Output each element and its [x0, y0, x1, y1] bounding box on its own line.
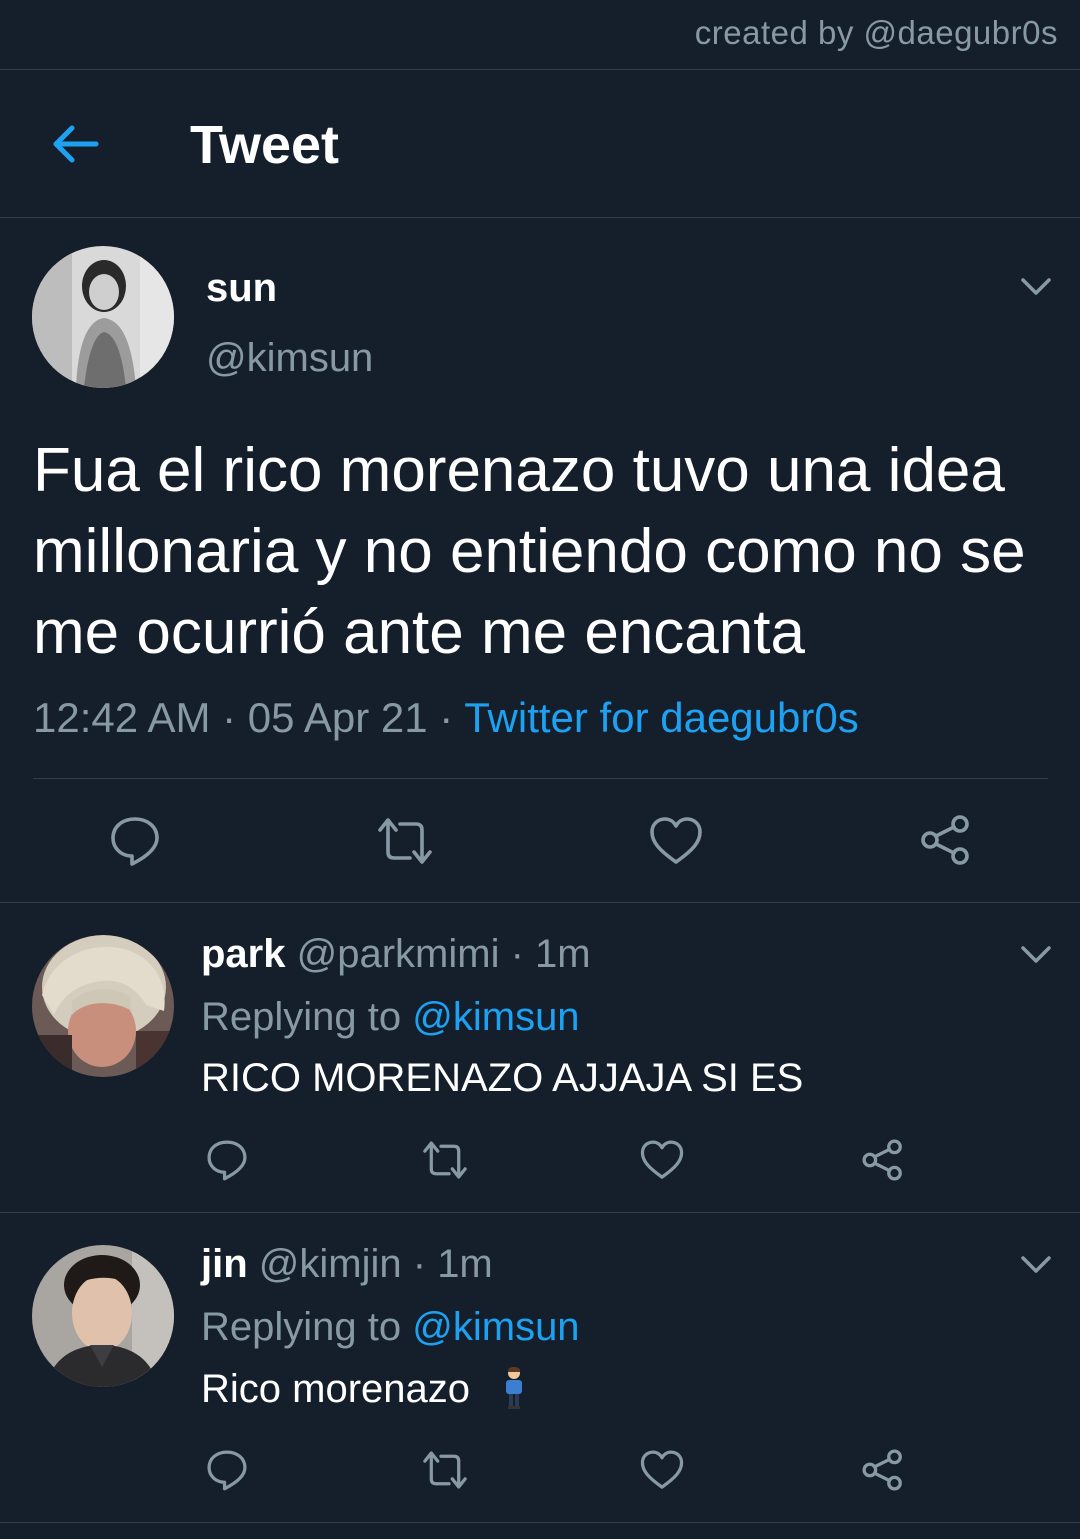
app-header: Tweet	[0, 70, 1080, 218]
reply-author-handle[interactable]: @parkmimi	[297, 932, 500, 976]
like-icon[interactable]	[649, 814, 703, 868]
tweet-date: 05 Apr 21	[247, 694, 428, 741]
chevron-down-icon[interactable]	[1019, 1254, 1053, 1276]
bottom-divider	[0, 1522, 1080, 1523]
meta-divider	[33, 778, 1048, 779]
reply-author-name[interactable]: park	[201, 932, 286, 976]
replying-to-mention[interactable]: @kimsun	[412, 995, 579, 1039]
reply-header: jin @kimjin · 1m	[201, 1242, 493, 1286]
reply-author-handle[interactable]: @kimjin	[259, 1242, 402, 1286]
main-author-name[interactable]: sun	[206, 266, 277, 311]
tweet-time: 12:42 AM	[33, 694, 211, 741]
reply-header: park @parkmimi · 1m	[201, 932, 591, 976]
share-icon[interactable]	[860, 1447, 906, 1493]
avatar[interactable]	[32, 1245, 174, 1387]
main-author-handle[interactable]: @kimsun	[206, 336, 373, 381]
like-icon[interactable]	[640, 1448, 684, 1492]
reply-divider	[0, 1212, 1080, 1213]
thread-divider	[0, 902, 1080, 903]
share-icon[interactable]	[860, 1137, 906, 1183]
reply-author-name[interactable]: jin	[201, 1242, 248, 1286]
replying-to-label: Replying to	[201, 1305, 402, 1349]
like-icon[interactable]	[640, 1138, 684, 1182]
reply-text-row: Rico morenazo	[201, 1366, 531, 1412]
back-arrow-icon[interactable]	[48, 120, 100, 168]
main-tweet-text: Fua el rico morenazo tuvo una idea millo…	[33, 436, 1026, 667]
chevron-down-icon[interactable]	[1019, 944, 1053, 966]
watermark-credit: created by @daegubr0s	[694, 14, 1058, 51]
main-tweet-meta: 12:42 AM · 05 Apr 21 · Twitter for daegu…	[33, 694, 859, 741]
replying-to: Replying to @kimsun	[201, 1305, 580, 1350]
reply-icon[interactable]	[205, 1138, 249, 1182]
replying-to-mention[interactable]: @kimsun	[412, 1305, 579, 1349]
avatar[interactable]	[32, 935, 174, 1077]
reply-age: 1m	[437, 1242, 493, 1286]
reply-age: 1m	[535, 932, 591, 976]
page-title: Tweet	[190, 115, 340, 175]
retweet-icon[interactable]	[374, 814, 436, 868]
reply-text: Rico morenazo	[201, 1367, 471, 1411]
share-icon[interactable]	[918, 812, 974, 868]
chevron-down-icon[interactable]	[1019, 276, 1053, 298]
person-emoji-icon	[506, 1367, 523, 1409]
reply-icon[interactable]	[205, 1448, 249, 1492]
reply-text: RICO MORENAZO AJJAJA SI ES	[201, 1056, 804, 1100]
replying-to-label: Replying to	[201, 995, 402, 1039]
retweet-icon[interactable]	[420, 1138, 470, 1182]
retweet-icon[interactable]	[420, 1448, 470, 1492]
header-divider	[0, 217, 1080, 218]
avatar[interactable]	[32, 246, 174, 388]
replying-to: Replying to @kimsun	[201, 995, 580, 1040]
reply-icon[interactable]	[108, 814, 162, 868]
tweet-source-link[interactable]: Twitter for daegubr0s	[464, 694, 859, 741]
